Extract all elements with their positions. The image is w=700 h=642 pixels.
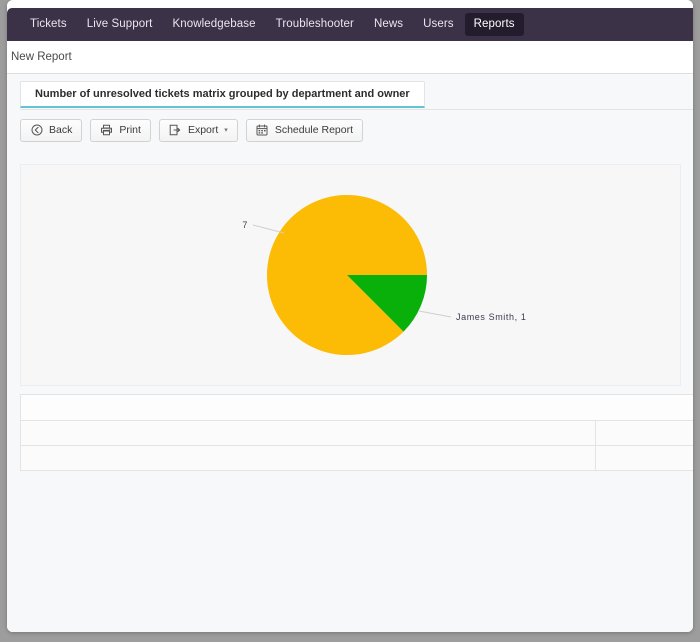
- table-cell: [594, 445, 693, 471]
- nav-item-tickets[interactable]: Tickets: [21, 13, 76, 37]
- schedule-report-button-label: Schedule Report: [274, 124, 354, 136]
- report-tabbar: Number of unresolved tickets matrix grou…: [20, 81, 693, 110]
- report-panel: Number of unresolved tickets matrix grou…: [7, 74, 693, 632]
- leader-line-left: [252, 224, 285, 234]
- breadcrumb: New Report: [11, 51, 72, 63]
- pie-label-left: 7: [242, 220, 248, 230]
- desktop-background: Tickets Live Support Knowledgebase Troub…: [0, 0, 700, 642]
- main-navigation: Tickets Live Support Knowledgebase Troub…: [7, 8, 693, 41]
- back-button[interactable]: Back: [20, 118, 83, 142]
- nav-item-users[interactable]: Users: [414, 13, 463, 37]
- breadcrumb-bar: New Report: [7, 41, 693, 74]
- tab-report-title[interactable]: Number of unresolved tickets matrix grou…: [20, 81, 425, 108]
- leader-line-right: [418, 310, 452, 318]
- printer-icon: [100, 124, 113, 137]
- browser-window: Tickets Live Support Knowledgebase Troub…: [7, 0, 693, 632]
- nav-item-news[interactable]: News: [365, 13, 412, 37]
- chart-container: 7 James Smith, 1: [20, 164, 681, 386]
- nav-item-live-support[interactable]: Live Support: [78, 13, 162, 37]
- table-cell: [20, 420, 596, 446]
- print-button-label: Print: [119, 124, 141, 136]
- table-row[interactable]: [20, 445, 693, 471]
- nav-item-troubleshooter[interactable]: Troubleshooter: [267, 13, 363, 37]
- export-icon: [169, 124, 182, 137]
- table-cell: [20, 445, 596, 471]
- page-content: Tickets Live Support Knowledgebase Troub…: [7, 0, 693, 632]
- export-button-label: Export: [187, 124, 219, 136]
- back-button-label: Back: [49, 124, 73, 136]
- results-table: [20, 394, 693, 471]
- pie-slices: [267, 194, 427, 355]
- nav-item-reports[interactable]: Reports: [464, 12, 524, 37]
- print-button[interactable]: Print: [90, 118, 151, 142]
- table-row[interactable]: [20, 420, 693, 446]
- nav-item-knowledgebase[interactable]: Knowledgebase: [163, 13, 264, 37]
- calendar-icon: [256, 124, 269, 137]
- schedule-report-button[interactable]: Schedule Report: [245, 118, 364, 142]
- table-cell: [594, 420, 693, 446]
- table-header-cell: [20, 394, 693, 421]
- pie-chart: 7 James Smith, 1: [242, 194, 526, 355]
- back-circle-icon: [30, 124, 43, 137]
- chevron-down-icon: ▾: [224, 126, 228, 134]
- report-toolbar: Back Print Export ▾ Schedule Report: [20, 117, 371, 143]
- table-header-row: [20, 394, 693, 421]
- export-button[interactable]: Export ▾: [158, 118, 238, 142]
- pie-label-right: James Smith, 1: [456, 312, 526, 322]
